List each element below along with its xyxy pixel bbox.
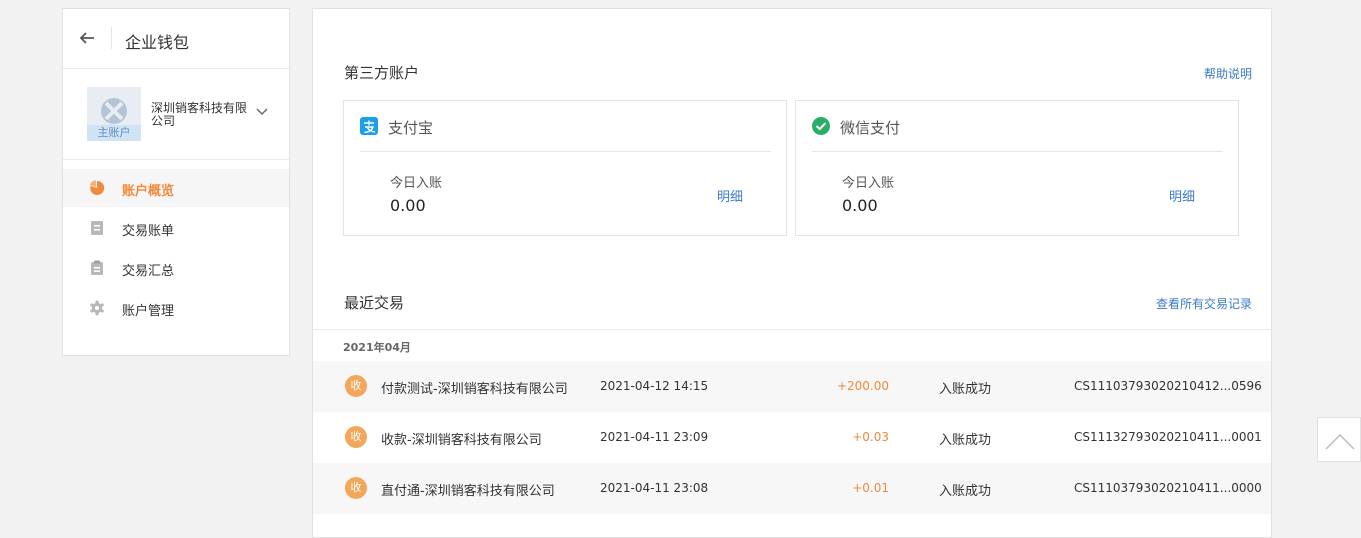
transaction-time: 2021-04-12 14:15 [600, 379, 709, 393]
transaction-row[interactable]: 收 直付通-深圳销客科技有限公司 2021-04-11 23:08 +0.01 … [313, 463, 1271, 514]
receive-badge: 收 [345, 426, 367, 448]
alipay-card-header: 支付宝 [360, 117, 771, 152]
third-party-title: 第三方账户 [344, 64, 420, 82]
sidebar-item-account-management[interactable]: 账户管理 [63, 289, 289, 327]
sidebar-item-transaction-bill[interactable]: 交易账单 [63, 209, 289, 247]
chevron-down-icon[interactable] [256, 108, 268, 116]
wechat-pay-card-header: 微信支付 [812, 117, 1223, 152]
sidebar-nav: 账户概览 交易账单 交易汇总 账户管理 [63, 169, 289, 329]
wechat-today-amount: 0.00 [842, 196, 878, 215]
transaction-title: 直付通-深圳销客科技有限公司 [381, 484, 555, 499]
transaction-order-number: CS11103793020210411...0000 [1074, 481, 1262, 495]
pie-chart-icon [89, 180, 105, 195]
sidebar-item-label: 账户概览 [122, 184, 175, 199]
wechat-pay-name: 微信支付 [840, 119, 901, 137]
sidebar-item-transaction-summary[interactable]: 交易汇总 [63, 249, 289, 287]
transaction-time: 2021-04-11 23:09 [600, 430, 709, 444]
sidebar-item-account-overview[interactable]: 账户概览 [63, 169, 289, 207]
sidebar-item-label: 交易汇总 [122, 264, 175, 279]
wechat-detail-link[interactable]: 明细 [1169, 186, 1195, 205]
company-avatar: 主账户 [87, 87, 141, 141]
back-to-top-button[interactable] [1317, 417, 1361, 462]
transaction-amount: +0.03 [852, 430, 889, 444]
transaction-title: 收款-深圳销客科技有限公司 [381, 433, 542, 448]
wechat-today-label: 今日入账 [842, 176, 895, 191]
transaction-amount: +200.00 [836, 379, 889, 393]
sidebar: 企业钱包 主账户 深圳销客科技有限公司 账户概览 交易账单 交易汇总 账户管理 [62, 8, 290, 356]
receive-badge: 收 [345, 375, 367, 397]
gear-icon [90, 300, 104, 316]
transaction-order-number: CS11132793020210411...0001 [1074, 430, 1262, 444]
view-all-transactions-link[interactable]: 查看所有交易记录 [1156, 295, 1252, 312]
receive-badge: 收 [345, 477, 367, 499]
recent-transactions-title: 最近交易 [344, 294, 405, 312]
sidebar-header: 企业钱包 [63, 9, 289, 69]
transaction-status: 入账成功 [939, 433, 992, 448]
wechat-pay-icon [812, 117, 830, 135]
divider [111, 27, 112, 49]
transaction-status: 入账成功 [939, 382, 992, 397]
company-name: 深圳销客科技有限公司 [151, 101, 248, 128]
sidebar-title: 企业钱包 [125, 33, 190, 52]
back-arrow-icon[interactable] [78, 29, 96, 47]
alipay-detail-link[interactable]: 明细 [717, 186, 743, 205]
help-link[interactable]: 帮助说明 [1204, 65, 1252, 82]
document-icon [91, 221, 103, 235]
alipay-card: 支付宝 今日入账 0.00 明细 [343, 100, 787, 236]
alipay-icon [360, 117, 378, 135]
alipay-name: 支付宝 [388, 119, 434, 137]
wechat-pay-card: 微信支付 今日入账 0.00 明细 [795, 100, 1239, 236]
transaction-row[interactable]: 收 付款测试-深圳销客科技有限公司 2021-04-12 14:15 +200.… [313, 361, 1271, 412]
sidebar-item-label: 交易账单 [122, 224, 175, 239]
transaction-row[interactable]: 收 收款-深圳销客科技有限公司 2021-04-11 23:09 +0.03 入… [313, 412, 1271, 463]
transaction-title: 付款测试-深圳销客科技有限公司 [381, 382, 568, 397]
chevron-up-icon [1325, 433, 1355, 450]
transaction-time: 2021-04-11 23:08 [600, 481, 709, 495]
clipboard-icon [91, 260, 103, 275]
transaction-amount: +0.01 [852, 481, 889, 495]
main-panel: 第三方账户 帮助说明 支付宝 今日入账 0.00 明细 微信支付 今日入账 0.… [312, 8, 1272, 538]
divider [313, 329, 1271, 330]
alipay-today-label: 今日入账 [390, 176, 443, 191]
main-account-badge: 主账户 [87, 125, 141, 141]
sidebar-item-label: 账户管理 [122, 304, 175, 319]
alipay-today-amount: 0.00 [390, 196, 426, 215]
transaction-status: 入账成功 [939, 484, 992, 499]
transaction-order-number: CS11103793020210412...0596 [1074, 379, 1262, 393]
month-header: 2021年04月 [343, 341, 411, 354]
